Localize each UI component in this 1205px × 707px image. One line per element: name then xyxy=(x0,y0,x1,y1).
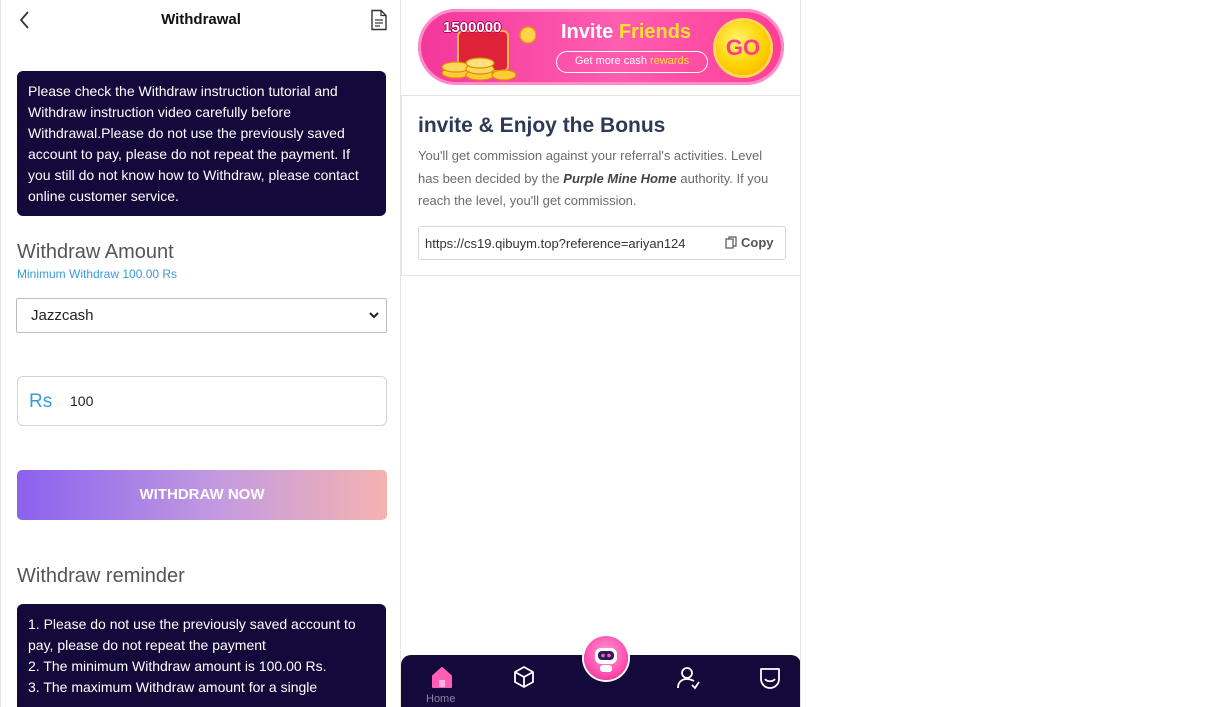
banner-subtitle: Get more cash rewards xyxy=(556,51,708,73)
withdrawal-header: Withdrawal xyxy=(1,0,400,40)
withdrawal-panel: Withdrawal Please check the Withdraw ins… xyxy=(0,0,401,707)
nav-home-label: Home xyxy=(426,693,456,705)
withdraw-reminder-title: Withdraw reminder xyxy=(17,565,185,587)
payment-method-select[interactable]: Jazzcash xyxy=(16,298,387,333)
user-add-icon xyxy=(677,667,700,690)
amount-input[interactable] xyxy=(68,378,378,424)
withdraw-amount-title: Withdraw Amount xyxy=(17,241,174,263)
referral-link[interactable]: https://cs19.qibuym.top?reference=ariyan… xyxy=(425,236,686,251)
go-button[interactable]: GO xyxy=(716,21,770,75)
invite-panel: 1500000 Invite Friends Get more cash rew… xyxy=(401,0,801,707)
invite-card: invite & Enjoy the Bonus You'll get comm… xyxy=(401,95,800,276)
withdraw-notice: Please check the Withdraw instruction tu… xyxy=(17,71,386,216)
minimum-withdraw-note: Minimum Withdraw 100.00 Rs xyxy=(17,267,178,281)
nav-products[interactable] xyxy=(504,663,544,703)
nav-profile[interactable] xyxy=(750,663,790,703)
withdraw-now-button[interactable]: WITHDRAW NOW xyxy=(17,470,387,520)
page-title: Withdrawal xyxy=(161,11,241,28)
tutorial-button[interactable] xyxy=(370,9,388,31)
reminder-item: 1. Please do not use the previously save… xyxy=(28,616,356,653)
banner-subtitle-part1: Get more cash xyxy=(574,55,647,67)
invite-description: You'll get commission against your refer… xyxy=(418,145,778,213)
referral-link-box: https://cs19.qibuym.top?reference=ariyan… xyxy=(418,226,786,260)
withdraw-reminder-box: 1. Please do not use the previously save… xyxy=(17,604,386,707)
copy-label: Copy xyxy=(741,235,774,250)
chevron-down-icon xyxy=(369,312,379,319)
banner-title-part2: Friends xyxy=(618,21,692,43)
invite-friends-banner[interactable]: 1500000 Invite Friends Get more cash rew… xyxy=(418,9,784,85)
smile-icon xyxy=(760,668,780,689)
nav-home[interactable]: Home xyxy=(422,663,462,705)
banner-title: Invite Friends xyxy=(561,21,691,44)
cube-icon xyxy=(514,666,534,688)
currency-prefix: Rs xyxy=(29,391,53,412)
nav-team[interactable] xyxy=(668,663,708,703)
banner-title-part1: Invite xyxy=(561,21,614,43)
brand-name: Purple Mine Home xyxy=(563,170,677,186)
banner-subtitle-part2: rewards xyxy=(650,55,690,67)
nav-center-robot[interactable] xyxy=(584,636,628,680)
amount-field: Rs xyxy=(17,376,387,426)
reminder-item: 2. The minimum Withdraw amount is 100.00… xyxy=(28,658,327,674)
document-icon xyxy=(371,9,387,31)
invite-title: invite & Enjoy the Bonus xyxy=(418,114,666,137)
copy-icon xyxy=(725,236,737,249)
robot-icon xyxy=(595,648,617,672)
home-icon xyxy=(432,667,452,688)
payment-method-value: Jazzcash xyxy=(31,307,94,324)
copy-button[interactable]: Copy xyxy=(725,235,774,250)
banner-amount: 1500000 xyxy=(443,19,502,36)
reminder-item: 3. The maximum Withdraw amount for a sin… xyxy=(28,679,318,695)
